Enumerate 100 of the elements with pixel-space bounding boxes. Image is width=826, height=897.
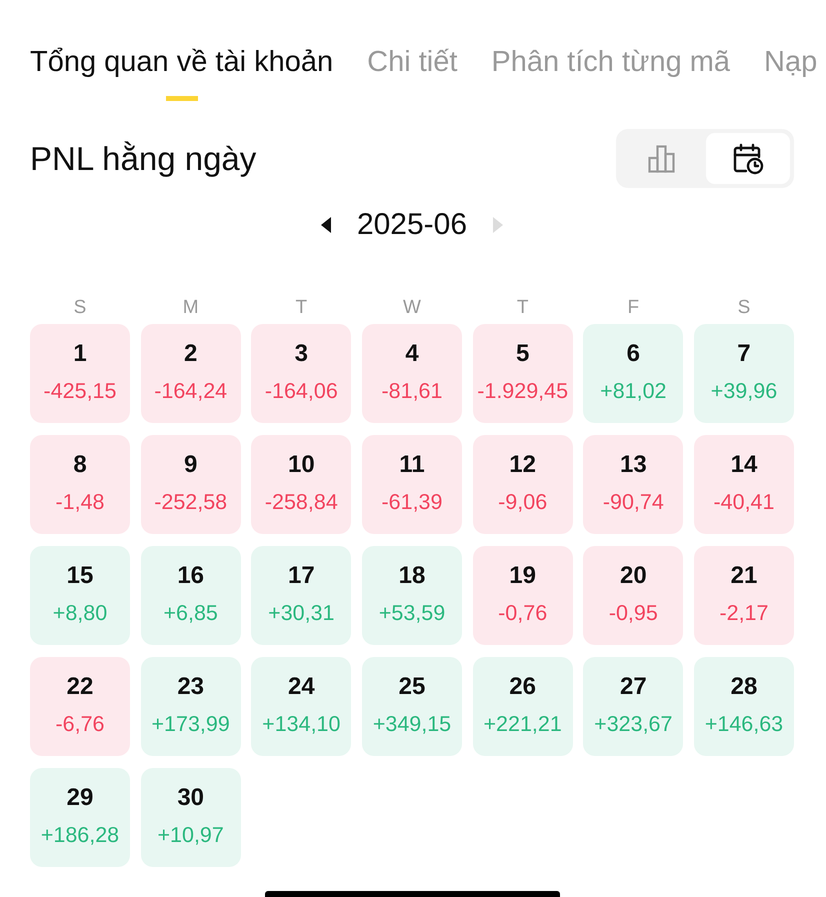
pnl-value: +6,85 (163, 601, 218, 625)
weekday-label: W (403, 297, 421, 319)
day-number: 22 (66, 673, 94, 701)
day-cell[interactable]: 19 -0,76 (472, 546, 573, 645)
caret-right-icon (493, 217, 504, 233)
calendar-clock-icon (732, 142, 764, 174)
pnl-value: +186,28 (40, 823, 120, 847)
day-number: 7 (737, 340, 751, 368)
weekday-label: M (182, 297, 199, 319)
pnl-value: -1,48 (55, 490, 104, 514)
day-number: 16 (177, 562, 204, 590)
day-cell[interactable]: 29 +186,28 (30, 768, 130, 867)
day-cell[interactable]: 8 -1,48 (30, 435, 130, 534)
day-cell[interactable]: 18 +53,59 (362, 546, 462, 645)
view-toggle-option[interactable] (706, 133, 790, 184)
pnl-value: -61,39 (382, 490, 442, 514)
pnl-value: -0,95 (608, 601, 658, 625)
pnl-value: +173,99 (152, 712, 230, 736)
pnl-value: +30,31 (268, 601, 334, 625)
day-number: 29 (66, 784, 94, 812)
day-cell[interactable]: 9 -252,58 (140, 435, 241, 534)
weekday-label: T (516, 297, 528, 319)
day-cell[interactable]: 5 -1.929,45 (472, 324, 573, 423)
day-cell[interactable]: 2 -164,24 (140, 324, 241, 423)
weekday-label: T (296, 297, 308, 319)
day-number: 24 (288, 673, 315, 701)
day-cell[interactable]: 4 -81,61 (362, 324, 462, 423)
pnl-value: +39,96 (710, 379, 778, 403)
day-cell[interactable]: 30 +10,97 (140, 768, 241, 867)
day-number: 27 (620, 673, 647, 701)
pnl-value: -2,17 (719, 601, 768, 625)
day-cell[interactable]: 16 +6,85 (140, 546, 241, 645)
day-cell[interactable]: 15 +8,80 (30, 546, 130, 645)
day-number: 26 (509, 673, 536, 701)
pnl-value: -164,24 (154, 379, 228, 403)
day-number: 28 (730, 673, 758, 701)
day-cell[interactable]: 21 -2,17 (694, 546, 794, 645)
day-number: 6 (626, 340, 640, 368)
day-cell[interactable]: 25 +349,15 (362, 657, 462, 756)
day-number: 20 (620, 562, 647, 590)
pnl-value: -40,41 (714, 490, 774, 514)
day-cell[interactable]: 7 +39,96 (694, 324, 794, 423)
day-cell[interactable]: 1 -425,15 (30, 324, 130, 423)
day-cell[interactable]: 28 +146,63 (694, 657, 794, 756)
pnl-value: -258,84 (264, 490, 338, 514)
caret-left-icon (320, 217, 331, 233)
day-cell[interactable]: 24 +134,10 (251, 657, 352, 756)
weekday-label: S (738, 297, 750, 319)
day-cell[interactable]: 13 -90,74 (583, 435, 684, 534)
previous-month-button[interactable] (320, 217, 331, 233)
pnl-value: -90,74 (602, 490, 664, 514)
day-number: 11 (399, 451, 425, 479)
day-cell[interactable]: 3 -164,06 (251, 324, 352, 423)
pnl-value: -81,61 (382, 379, 442, 403)
day-cell[interactable]: 10 -258,84 (251, 435, 352, 534)
day-cell[interactable]: 26 +221,21 (472, 657, 573, 756)
day-cell[interactable]: 14 -40,41 (694, 435, 794, 534)
pnl-value: -6,76 (55, 712, 104, 736)
weekday-label: F (628, 297, 640, 319)
day-number: 15 (66, 562, 94, 590)
day-cell[interactable]: 6 +81,02 (583, 324, 684, 423)
day-cell[interactable]: 20 -0,95 (583, 546, 684, 645)
day-number: 3 (294, 340, 308, 368)
pnl-value: +134,10 (262, 712, 340, 736)
day-number: 23 (177, 673, 204, 701)
pnl-value: +53,59 (378, 601, 446, 625)
day-number: 5 (516, 340, 530, 368)
day-number: 4 (405, 340, 419, 368)
section-title: PNL hằng ngày (30, 140, 256, 178)
day-number: 30 (177, 784, 204, 812)
day-number: 17 (288, 562, 315, 590)
pnl-value: -252,58 (154, 490, 228, 514)
day-number: 25 (398, 673, 426, 701)
tab[interactable]: Tổng quan về tài khoản (30, 44, 334, 101)
day-cell[interactable]: 12 -9,06 (472, 435, 573, 534)
day-number: 9 (184, 451, 198, 479)
pnl-value: +81,02 (600, 379, 666, 403)
bar-chart-icon (648, 144, 676, 172)
pnl-value: +349,15 (372, 712, 452, 736)
day-number: 18 (398, 562, 426, 590)
pnl-value: +323,67 (594, 712, 672, 736)
day-cell[interactable]: 17 +30,31 (251, 546, 352, 645)
day-cell[interactable]: 11 -61,39 (362, 435, 462, 534)
pnl-value: -9,06 (498, 490, 548, 514)
day-cell[interactable]: 27 +323,67 (583, 657, 684, 756)
day-cell[interactable]: 23 +173,99 (140, 657, 241, 756)
day-number: 1 (73, 340, 87, 368)
pnl-value: -1.929,45 (477, 379, 568, 403)
pnl-value: +146,63 (704, 712, 784, 736)
active-tab-underline (166, 96, 198, 101)
pnl-value: +221,21 (483, 712, 562, 736)
pnl-value: +8,80 (52, 601, 108, 625)
day-number: 21 (730, 562, 758, 590)
day-number: 19 (509, 562, 536, 590)
month-label: 2025-06 (356, 207, 468, 243)
pnl-value: -0,76 (498, 601, 548, 625)
pnl-value: -164,06 (264, 379, 338, 403)
day-number: 10 (288, 451, 315, 479)
day-cell[interactable]: 22 -6,76 (30, 657, 130, 756)
day-number: 13 (620, 451, 647, 479)
